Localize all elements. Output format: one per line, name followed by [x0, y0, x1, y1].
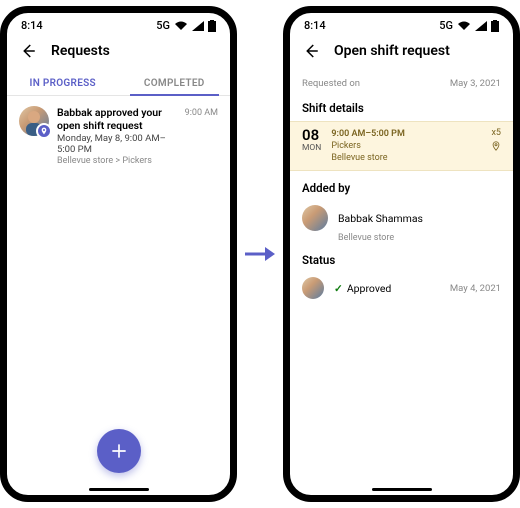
status-indicators: 5G: [156, 19, 216, 32]
signal-icon: [192, 21, 204, 31]
request-time: 9:00 AM: [185, 106, 218, 166]
header: Requests: [7, 34, 230, 70]
added-by-row[interactable]: Babbak Shammas: [290, 199, 513, 233]
status-value: Approved: [347, 282, 392, 295]
shift-location: Bellevue store: [331, 152, 481, 164]
fab-new-request[interactable]: [97, 429, 141, 473]
added-by-name: Babbak Shammas: [338, 212, 423, 225]
home-indicator: [89, 488, 149, 491]
tab-completed[interactable]: COMPLETED: [119, 70, 231, 95]
added-by-header: Added by: [290, 171, 513, 199]
shift-time: 9:00 AM–5:00 PM: [331, 128, 481, 140]
status-bar: 8:14 5G: [7, 13, 230, 34]
phone-right: 8:14 5G Open shift request Requested on …: [283, 6, 520, 502]
header: Open shift request: [290, 34, 513, 70]
plus-icon: [109, 441, 129, 461]
shift-details-header: Shift details: [290, 91, 513, 119]
network-label: 5G: [439, 19, 453, 32]
flow-arrow: [245, 244, 275, 264]
avatar: [302, 277, 324, 299]
back-icon[interactable]: [302, 42, 320, 60]
shift-dow: MON: [302, 143, 321, 153]
status-header: Status: [290, 243, 513, 271]
battery-icon: [208, 20, 216, 32]
tabs: IN PROGRESS COMPLETED: [7, 70, 230, 96]
shift-count: x5: [491, 128, 501, 138]
requested-on-date: May 3, 2021: [450, 78, 501, 89]
requested-on-row: Requested on May 3, 2021: [290, 70, 513, 91]
shift-info: 9:00 AM–5:00 PM Pickers Bellevue store: [331, 128, 481, 164]
shift-date: 08 MON: [302, 128, 321, 164]
status-date: May 4, 2021: [450, 283, 501, 294]
clock: 8:14: [304, 19, 326, 32]
status-text: ✓ Approved: [334, 282, 440, 295]
phone-left: 8:14 5G Requests IN PROGRESS COMPLETED: [0, 6, 237, 502]
page-title: Requests: [51, 43, 110, 59]
home-indicator: [372, 488, 432, 491]
back-icon[interactable]: [19, 42, 37, 60]
shift-side: x5: [491, 128, 501, 164]
battery-icon: [491, 20, 499, 32]
request-title: Babbak approved your open shift request: [57, 106, 177, 132]
request-item[interactable]: Babbak approved your open shift request …: [19, 106, 218, 166]
clock: 8:14: [21, 19, 43, 32]
requested-on-label: Requested on: [302, 78, 360, 89]
page-title: Open shift request: [334, 43, 450, 59]
shift-group: Pickers: [331, 140, 481, 152]
status-bar: 8:14 5G: [290, 13, 513, 34]
check-icon: ✓: [334, 282, 343, 295]
wifi-icon: [174, 21, 188, 31]
added-by-meta: Bellevue store: [290, 233, 513, 243]
shift-card[interactable]: 08 MON 9:00 AM–5:00 PM Pickers Bellevue …: [290, 121, 513, 171]
shift-day: 08: [302, 128, 321, 143]
location-icon: [491, 141, 501, 151]
tab-in-progress[interactable]: IN PROGRESS: [7, 70, 119, 95]
request-text: Babbak approved your open shift request …: [57, 106, 177, 166]
status-indicators: 5G: [439, 19, 499, 32]
avatar-wrap: [19, 106, 49, 136]
signal-icon: [475, 21, 487, 31]
request-meta: Bellevue store > Pickers: [57, 156, 177, 166]
avatar: [302, 205, 328, 231]
status-row: ✓ Approved May 4, 2021: [290, 271, 513, 305]
wifi-icon: [457, 21, 471, 31]
request-subtitle: Monday, May 8, 9:00 AM–5:00 PM: [57, 133, 177, 155]
shift-badge-icon: [36, 123, 52, 139]
network-label: 5G: [156, 19, 170, 32]
